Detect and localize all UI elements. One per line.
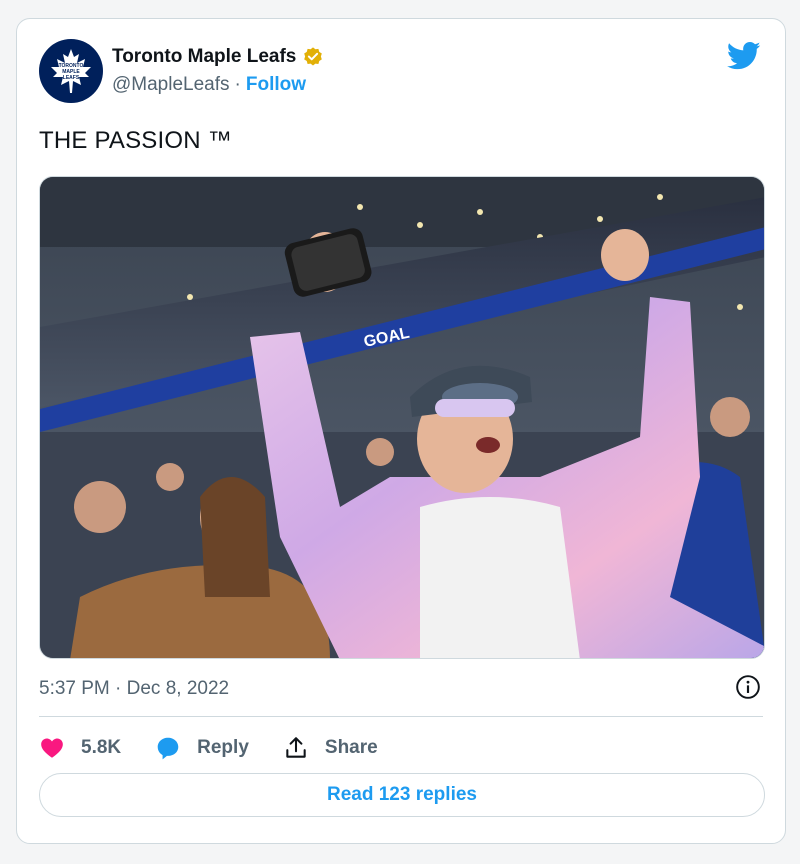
follow-button[interactable]: Follow: [246, 74, 306, 96]
handle[interactable]: @MapleLeafs: [112, 74, 230, 96]
tweet-card: TORONTO MAPLE LEAFS Toronto Maple Leafs …: [16, 18, 786, 844]
reply-label: Reply: [197, 737, 249, 758]
twitter-bird-icon[interactable]: [727, 41, 761, 71]
tweet-photo[interactable]: GOAL A: [39, 176, 765, 659]
info-icon[interactable]: [735, 674, 761, 700]
divider: [39, 716, 763, 717]
photo-illustration: GOAL A: [40, 177, 764, 658]
reply-button[interactable]: Reply: [155, 735, 249, 761]
timestamp[interactable]: 5:37 PM · Dec 8, 2022: [39, 678, 229, 700]
svg-text:LEAFS: LEAFS: [63, 75, 80, 81]
share-upload-icon: [286, 737, 306, 758]
verified-badge-icon: [302, 46, 324, 68]
heart-icon: [41, 738, 63, 758]
read-replies-label: Read 123 replies: [327, 784, 477, 805]
tweet-text: THE PASSION ™: [39, 127, 232, 154]
like-button[interactable]: 5.8K: [39, 735, 121, 761]
action-bar: 5.8K Reply Share: [39, 730, 412, 766]
share-label: Share: [324, 737, 378, 758]
share-button[interactable]: Share: [283, 735, 378, 761]
separator: ·: [234, 74, 241, 95]
avatar[interactable]: TORONTO MAPLE LEAFS: [39, 39, 103, 103]
maple-leaf-logo-icon: TORONTO MAPLE LEAFS: [51, 49, 91, 93]
read-replies-button[interactable]: Read 123 replies: [39, 773, 765, 817]
display-name[interactable]: Toronto Maple Leafs: [112, 46, 296, 68]
like-count: 5.8K: [81, 737, 122, 758]
speech-bubble-icon: [157, 737, 179, 760]
author-names: Toronto Maple Leafs @MapleLeafs · Follow: [112, 46, 324, 96]
